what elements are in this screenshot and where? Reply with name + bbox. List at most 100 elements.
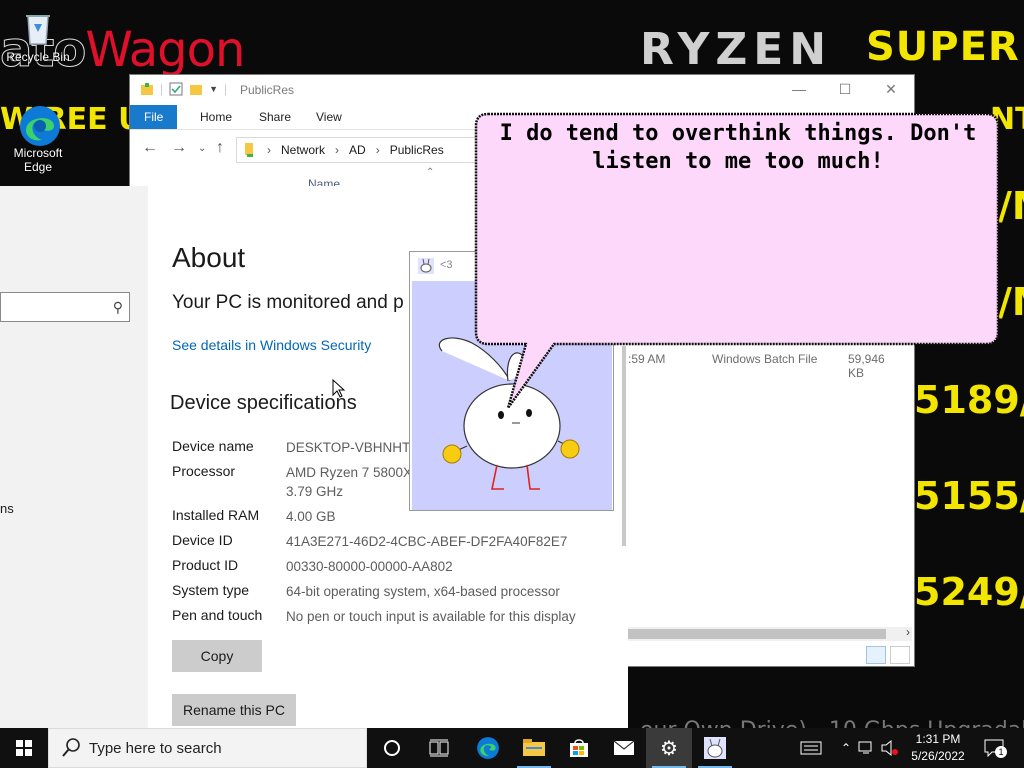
wallpaper-right-line: 5155/M [914,474,1024,518]
taskbar-search-box[interactable]: Type here to search [48,728,367,768]
spec-label: Processor [172,463,236,479]
spec-label: Device ID [172,532,233,548]
spec-label: System type [172,582,250,598]
wallpaper-super-text: SUPER D [866,24,1024,70]
taskbar-mail-button[interactable] [601,728,647,768]
windows-logo-icon [16,740,32,756]
spec-value: 64-bit operating system, x64-based proce… [286,584,560,599]
wallpaper-bottom-text: our Own Drive) - 10 Gbps Upgradable [640,718,1024,728]
chevron-down-icon[interactable]: ▼ [209,84,218,94]
start-button[interactable] [0,728,48,768]
recycle-bin-icon [18,8,58,48]
tab-view[interactable]: View [302,105,356,129]
recent-locations-chevron-icon[interactable]: ⌄ [198,143,206,154]
toolbar-separator: | [224,82,228,96]
horizontal-scrollbar[interactable]: › [628,625,912,641]
scroll-right-icon[interactable]: › [906,625,910,639]
maximize-button[interactable]: ☐ [822,75,868,105]
spec-label: Device name [172,438,254,454]
network-icon[interactable] [857,728,877,768]
search-placeholder: Type here to search [89,740,222,757]
settings-search-input[interactable]: ⚲ [0,292,130,322]
desktop-icon-label: Recycle Bin [6,50,70,64]
mail-icon [613,740,635,755]
properties-icon[interactable] [169,82,183,96]
nav-item-label[interactable]: ns [0,501,14,516]
spec-value: 4.00 GB [286,509,336,524]
spec-label: Installed RAM [172,507,260,523]
bunny-app-icon [418,258,434,274]
window-title: PublicRes [240,83,295,97]
folder-icon [141,83,153,95]
clock-date: 5/26/2022 [911,749,965,763]
quick-access-toolbar: | ▼ | [140,82,227,96]
security-status-text: Your PC is monitored and p [172,292,404,313]
clock-time: 1:31 PM [915,732,961,746]
up-arrow-icon[interactable]: ↑ [216,139,224,157]
new-folder-icon[interactable] [189,82,203,96]
search-icon: ⚲ [112,299,123,315]
taskbar-edge-button[interactable] [465,728,511,768]
taskbar-settings-button[interactable]: ⚙ [646,728,692,768]
minimize-button[interactable]: — [776,75,822,105]
bunny-app-icon [704,737,726,759]
spec-value: AMD Ryzen 7 5800X [286,465,413,480]
mouse-cursor-icon [332,379,346,398]
search-icon [62,738,80,757]
taskbar: Type here to search ⚙ ⌃ 1:31 PM 5/26/202… [0,728,1024,768]
breadcrumb-item[interactable]: AD [349,143,366,157]
windows-security-link[interactable]: See details in Windows Security [172,337,371,353]
gear-icon: ⚙ [660,737,678,760]
desktop-icon-edge[interactable]: Microsoft Edge [3,104,73,174]
spec-value: 00330-80000-00000-AA802 [286,559,453,574]
spec-label: Pen and touch [172,607,263,623]
scrollbar-thumb[interactable] [628,629,886,639]
tray-keyboard-icon[interactable] [797,728,825,768]
taskbar-store-button[interactable] [556,728,602,768]
details-view-icon[interactable] [866,646,886,664]
breadcrumb-item[interactable]: PublicRes [390,143,444,157]
sort-chevron-icon: ⌃ [426,167,435,178]
taskbar-file-explorer-button[interactable] [511,728,557,768]
settings-nav-pane: ⚲ ns [0,186,148,728]
store-icon [570,739,588,757]
taskbar-clock[interactable]: 1:31 PM 5/26/2022 [900,731,976,765]
back-arrow-icon[interactable]: ← [142,139,158,157]
spec-value: 3.79 GHz [286,484,344,499]
large-icons-view-icon[interactable] [890,646,910,664]
task-view-button[interactable] [416,728,462,768]
cortana-button[interactable] [369,728,415,768]
device-specs-heading: Device specifications [170,392,357,414]
taskbar-pet-button[interactable] [692,728,738,768]
tab-file[interactable]: File [130,105,178,129]
spec-label: Product ID [172,557,239,573]
task-view-icon [429,739,449,757]
tab-share[interactable]: Share [245,105,305,129]
forward-arrow-icon[interactable]: → [171,139,187,157]
desktop-icon-label: Microsoft Edge [13,146,63,174]
edge-icon [18,104,60,146]
breadcrumb-item[interactable]: Network [281,143,325,157]
page-title: About [172,242,246,273]
notification-count-badge: 1 [995,746,1007,758]
close-button[interactable]: ✕ [868,75,914,105]
pet-window-title: <3 [440,259,453,271]
breadcrumb-separator-icon: › [267,143,271,157]
spec-value: DESKTOP-VBHNHTH [286,440,421,455]
action-center-button[interactable]: 1 [982,728,1007,768]
desktop-icon-recycle-bin[interactable]: Recycle Bin [3,8,73,64]
spec-value: No pen or touch input is available for t… [286,609,576,624]
toolbar-separator: | [160,82,164,96]
tray-chevron-up-icon[interactable]: ⌃ [837,728,855,768]
tab-home[interactable]: Home [186,105,246,129]
edge-icon [477,737,499,759]
speech-bubble-text: I do tend to overthink things. Don't lis… [499,121,977,174]
rename-pc-button[interactable]: Rename this PC [172,694,296,726]
folder-icon [523,739,545,756]
wallpaper-ryzen-text: RYZEN [640,24,833,75]
explorer-titlebar[interactable]: | ▼ | PublicRes — ☐ ✕ [130,75,914,105]
breadcrumb-separator-icon: › [375,143,380,157]
volume-muted-icon[interactable] [879,728,901,768]
spec-value: 41A3E271-46D2-4CBC-ABEF-DF2FA40F82E7 [286,534,568,549]
copy-button[interactable]: Copy [172,640,262,672]
